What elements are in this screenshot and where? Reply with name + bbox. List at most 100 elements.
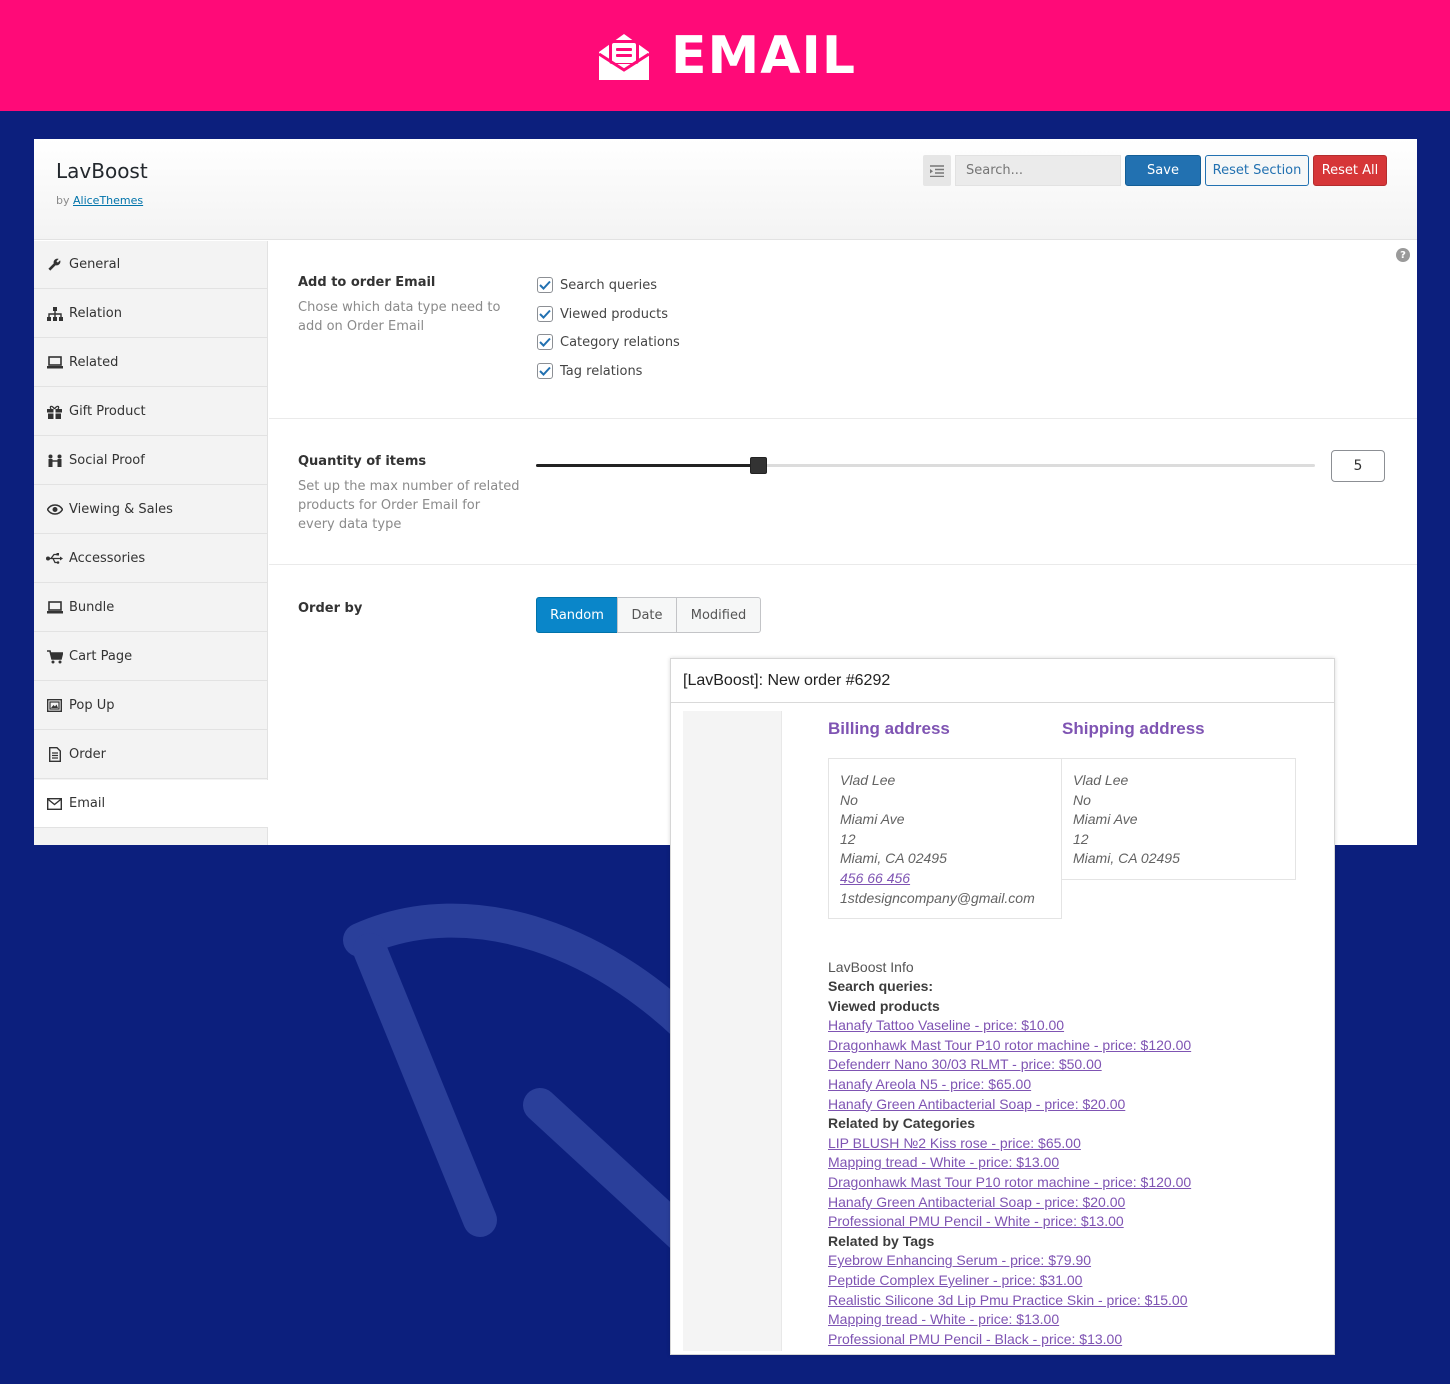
add-to-email-title: Add to order Email bbox=[298, 275, 436, 290]
billing-email: 1stdesigncompany@gmail.com bbox=[840, 889, 1035, 906]
order-by-title: Order by bbox=[298, 601, 363, 616]
order-by-date-button[interactable]: Date bbox=[617, 597, 677, 633]
shipping-line: No bbox=[1073, 791, 1091, 808]
sidebar-item-email[interactable]: Email bbox=[34, 780, 268, 828]
billing-address-box: Vlad Lee No Miami Ave 12 Miami, CA 02495… bbox=[828, 758, 1062, 919]
sidebar-item-viewing-sales[interactable]: Viewing & Sales bbox=[34, 486, 267, 534]
related-tags-label: Related by Tags bbox=[828, 1232, 935, 1249]
quantity-description: Set up the max number of related product… bbox=[298, 479, 520, 532]
tag-product-link[interactable]: Professional PMU Pencil - Black - price:… bbox=[828, 1330, 1191, 1350]
sidebar: General Relation Related Gift Product So… bbox=[34, 241, 268, 845]
checkbox-label: Viewed products bbox=[560, 306, 669, 322]
checkbox-checked[interactable] bbox=[537, 334, 553, 350]
sidebar-item-label: Accessories bbox=[69, 551, 146, 566]
sidebar-item-social-proof[interactable]: Social Proof bbox=[34, 437, 267, 485]
quantity-slider-handle[interactable] bbox=[750, 457, 767, 474]
tag-product-link[interactable]: Mapping tread - White - price: $13.00 bbox=[828, 1310, 1191, 1330]
billing-line: No bbox=[840, 791, 858, 808]
billing-city: Miami, CA 02495 bbox=[840, 850, 947, 867]
checkbox-checked[interactable] bbox=[537, 277, 553, 293]
wrench-icon bbox=[46, 257, 63, 273]
category-product-link[interactable]: Dragonhawk Mast Tour P10 rotor machine -… bbox=[828, 1173, 1191, 1193]
billing-address-heading: Billing address bbox=[828, 719, 950, 738]
category-product-link[interactable]: Mapping tread - White - price: $13.00 bbox=[828, 1153, 1191, 1173]
billing-phone-link[interactable]: 456 66 456 bbox=[840, 870, 910, 886]
reset-section-button[interactable]: Reset Section bbox=[1205, 155, 1309, 186]
checkbox-label: Category relations bbox=[560, 334, 680, 350]
cart-icon bbox=[46, 649, 63, 665]
shipping-city: Miami, CA 02495 bbox=[1073, 850, 1180, 867]
top-banner: EMAIL bbox=[0, 0, 1450, 111]
section-divider bbox=[269, 418, 1417, 419]
gift-icon bbox=[46, 404, 63, 420]
sidebar-item-related[interactable]: Related bbox=[34, 339, 267, 387]
popup-icon bbox=[46, 698, 63, 714]
panel-header: LavBoost by AliceThemes Save Reset Secti… bbox=[34, 139, 1417, 240]
expand-options-button[interactable] bbox=[923, 155, 951, 186]
sidebar-item-relation[interactable]: Relation bbox=[34, 290, 267, 338]
search-input[interactable] bbox=[955, 155, 1121, 186]
sidebar-item-label: Email bbox=[69, 796, 106, 811]
document-icon bbox=[46, 747, 63, 763]
related-categories-label: Related by Categories bbox=[828, 1115, 976, 1132]
sidebar-item-label: Social Proof bbox=[69, 453, 145, 468]
email-left-column bbox=[683, 711, 782, 1351]
viewed-product-link[interactable]: Dragonhawk Mast Tour P10 rotor machine -… bbox=[828, 1036, 1191, 1056]
envelope-open-icon bbox=[598, 34, 650, 80]
sidebar-item-order[interactable]: Order bbox=[34, 731, 267, 779]
order-by-modified-button[interactable]: Modified bbox=[676, 597, 761, 633]
email-subject: [LavBoost]: New order #6292 bbox=[671, 659, 1334, 703]
viewed-product-link[interactable]: Hanafy Green Antibacterial Soap - price:… bbox=[828, 1095, 1191, 1115]
viewed-product-link[interactable]: Hanafy Tattoo Vaseline - price: $10.00 bbox=[828, 1016, 1191, 1036]
sidebar-item-label: Order bbox=[69, 747, 106, 762]
app-byline: by AliceThemes bbox=[56, 194, 143, 207]
billing-street: Miami Ave bbox=[840, 811, 905, 828]
shipping-address-box: Vlad Lee No Miami Ave 12 Miami, CA 02495 bbox=[1061, 758, 1296, 880]
save-button[interactable]: Save bbox=[1125, 155, 1201, 186]
reset-all-button[interactable]: Reset All bbox=[1313, 155, 1387, 186]
checkbox-viewed-products[interactable]: Viewed products bbox=[537, 304, 668, 324]
quantity-slider-fill bbox=[536, 464, 758, 467]
sidebar-item-label: Pop Up bbox=[69, 698, 115, 713]
quantity-slider-track[interactable] bbox=[536, 464, 1315, 467]
order-by-random-button[interactable]: Random bbox=[536, 597, 618, 633]
checkbox-search-queries[interactable]: Search queries bbox=[537, 275, 657, 295]
author-link[interactable]: AliceThemes bbox=[73, 194, 143, 207]
laptop-icon bbox=[46, 355, 63, 371]
tag-product-link[interactable]: Eyebrow Enhancing Serum - price: $79.90 bbox=[828, 1251, 1191, 1271]
search-queries-label: Search queries: bbox=[828, 978, 934, 994]
category-product-link[interactable]: Professional PMU Pencil - White - price:… bbox=[828, 1212, 1191, 1232]
category-product-link[interactable]: Hanafy Green Antibacterial Soap - price:… bbox=[828, 1193, 1191, 1213]
tag-product-link[interactable]: Realistic Silicone 3d Lip Pmu Practice S… bbox=[828, 1291, 1191, 1311]
sidebar-item-label: Bundle bbox=[69, 600, 115, 615]
people-icon bbox=[46, 453, 63, 469]
banner-content: EMAIL bbox=[597, 28, 856, 84]
checkbox-category-relations[interactable]: Category relations bbox=[537, 332, 680, 352]
checkbox-checked[interactable] bbox=[537, 363, 553, 379]
checkbox-tag-relations[interactable]: Tag relations bbox=[537, 361, 642, 381]
lavboost-info-title: LavBoost Info bbox=[828, 959, 914, 975]
indent-list-icon bbox=[930, 164, 944, 177]
quantity-input[interactable]: 5 bbox=[1331, 450, 1385, 482]
sidebar-item-cart-page[interactable]: Cart Page bbox=[34, 633, 267, 681]
shipping-street: Miami Ave bbox=[1073, 811, 1138, 828]
viewed-product-link[interactable]: Defenderr Nano 30/03 RLMT - price: $50.0… bbox=[828, 1055, 1191, 1075]
tag-product-link[interactable]: Peptide Complex Eyeliner - price: $31.00 bbox=[828, 1271, 1191, 1291]
checkbox-label: Tag relations bbox=[560, 363, 643, 379]
checkbox-label: Search queries bbox=[560, 277, 658, 293]
category-product-link[interactable]: LIP BLUSH №2 Kiss rose - price: $65.00 bbox=[828, 1134, 1191, 1154]
usb-icon bbox=[46, 551, 63, 567]
viewed-product-link[interactable]: Hanafy Areola N5 - price: $65.00 bbox=[828, 1075, 1191, 1095]
billing-line: 12 bbox=[840, 830, 856, 847]
help-icon[interactable]: ? bbox=[1396, 248, 1410, 262]
shipping-name: Vlad Lee bbox=[1073, 772, 1129, 788]
sidebar-item-pop-up[interactable]: Pop Up bbox=[34, 682, 267, 730]
sidebar-item-accessories[interactable]: Accessories bbox=[34, 535, 267, 583]
checkbox-checked[interactable] bbox=[537, 306, 553, 322]
sidebar-item-bundle[interactable]: Bundle bbox=[34, 584, 267, 632]
sidebar-item-label: General bbox=[69, 257, 121, 272]
quantity-title: Quantity of items bbox=[298, 454, 427, 469]
sidebar-item-gift-product[interactable]: Gift Product bbox=[34, 388, 267, 436]
sitemap-icon bbox=[46, 306, 63, 322]
sidebar-item-general[interactable]: General bbox=[34, 241, 267, 289]
